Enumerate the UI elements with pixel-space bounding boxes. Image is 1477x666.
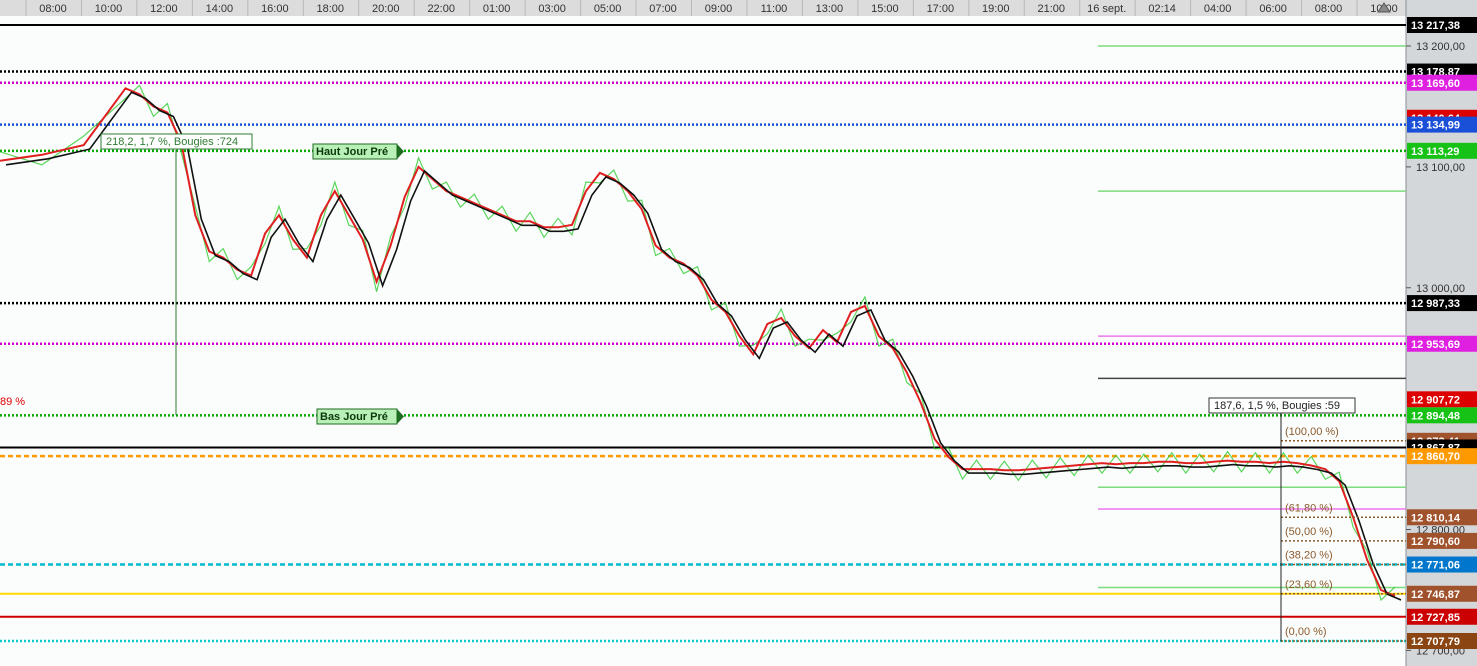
- fib-level-label: (100,00 %): [1285, 426, 1339, 438]
- price-badge-label: 12 894,48: [1411, 410, 1460, 422]
- time-tick-label: 16 sept.: [1087, 3, 1126, 15]
- haut-jour-label: Haut Jour Pré: [316, 146, 388, 158]
- price-badge-label: 13 134,99: [1411, 120, 1460, 132]
- time-tick-label: 13:00: [816, 3, 844, 15]
- price-badge-label: 12 707,79: [1411, 636, 1460, 648]
- time-tick-label: 01:00: [483, 3, 511, 15]
- time-tick-label: 09:00: [705, 3, 733, 15]
- bas-jour-label: Bas Jour Pré: [320, 411, 388, 423]
- price-badge-label: 12 860,70: [1411, 451, 1460, 463]
- time-tick-label: 03:00: [538, 3, 566, 15]
- time-tick-label: 08:00: [39, 3, 67, 15]
- time-tick-label: 18:00: [317, 3, 345, 15]
- time-tick-label: 22:00: [427, 3, 455, 15]
- price-badge-label: 12 746,87: [1411, 589, 1460, 601]
- price-tick-label: 13 100,00: [1416, 162, 1465, 174]
- price-badge-label: 12 907,72: [1411, 394, 1460, 406]
- price-badge-label: 12 771,06: [1411, 560, 1460, 572]
- price-badge-label: 12 987,33: [1411, 298, 1460, 310]
- plot-area: [0, 16, 1406, 666]
- time-tick-label: 04:00: [1204, 3, 1232, 15]
- time-tick-label: 16:00: [261, 3, 289, 15]
- fib-level-label: (50,00 %): [1285, 526, 1333, 538]
- time-tick-label: 10:00: [95, 3, 123, 15]
- time-tick-label: 17:00: [927, 3, 955, 15]
- fib-level-label: (61,80 %): [1285, 502, 1333, 514]
- time-tick-label: 02:14: [1148, 3, 1176, 15]
- fib-level-label: (38,20 %): [1285, 550, 1333, 562]
- price-badge-label: 12 727,85: [1411, 612, 1460, 624]
- time-tick-label: 19:00: [982, 3, 1010, 15]
- price-badge-label: 13 169,60: [1411, 78, 1460, 90]
- price-badge-label: 12 810,14: [1411, 512, 1461, 524]
- price-badge-label: 13 217,38: [1411, 20, 1460, 32]
- time-tick-label: 15:00: [871, 3, 899, 15]
- price-badge-label: 13 113,29: [1411, 146, 1459, 158]
- price-badge-label: 12 790,60: [1411, 536, 1460, 548]
- time-tick-label: 06:00: [1259, 3, 1287, 15]
- time-tick-label: 07:00: [649, 3, 677, 15]
- measure-1-label: 218,2, 1,7 %, Bougies :724: [106, 136, 238, 148]
- price-tick-label: 13 200,00: [1416, 41, 1465, 53]
- time-tick-label: 11:00: [761, 3, 788, 15]
- measure-2-label: 187,6, 1,5 %, Bougies :59: [1214, 400, 1340, 412]
- price-tick-label: 13 000,00: [1416, 283, 1465, 295]
- time-tick-label: 21:00: [1037, 3, 1065, 15]
- price-badge-label: 12 953,69: [1411, 339, 1460, 351]
- time-tick-label: 08:00: [1315, 3, 1343, 15]
- left-percent-label: 89 %: [0, 396, 25, 408]
- time-tick-label: 05:00: [594, 3, 622, 15]
- time-tick-label: 12:00: [150, 3, 178, 15]
- time-tick-label: 20:00: [372, 3, 400, 15]
- fib-level-label: (0,00 %): [1285, 626, 1327, 638]
- fib-level-label: (23,60 %): [1285, 579, 1333, 591]
- price-chart[interactable]: 08:00 10:00 12:00 14:00 16:00 18:00 20:00 22:00…: [0, 0, 1477, 666]
- time-tick-label: 14:00: [206, 3, 234, 15]
